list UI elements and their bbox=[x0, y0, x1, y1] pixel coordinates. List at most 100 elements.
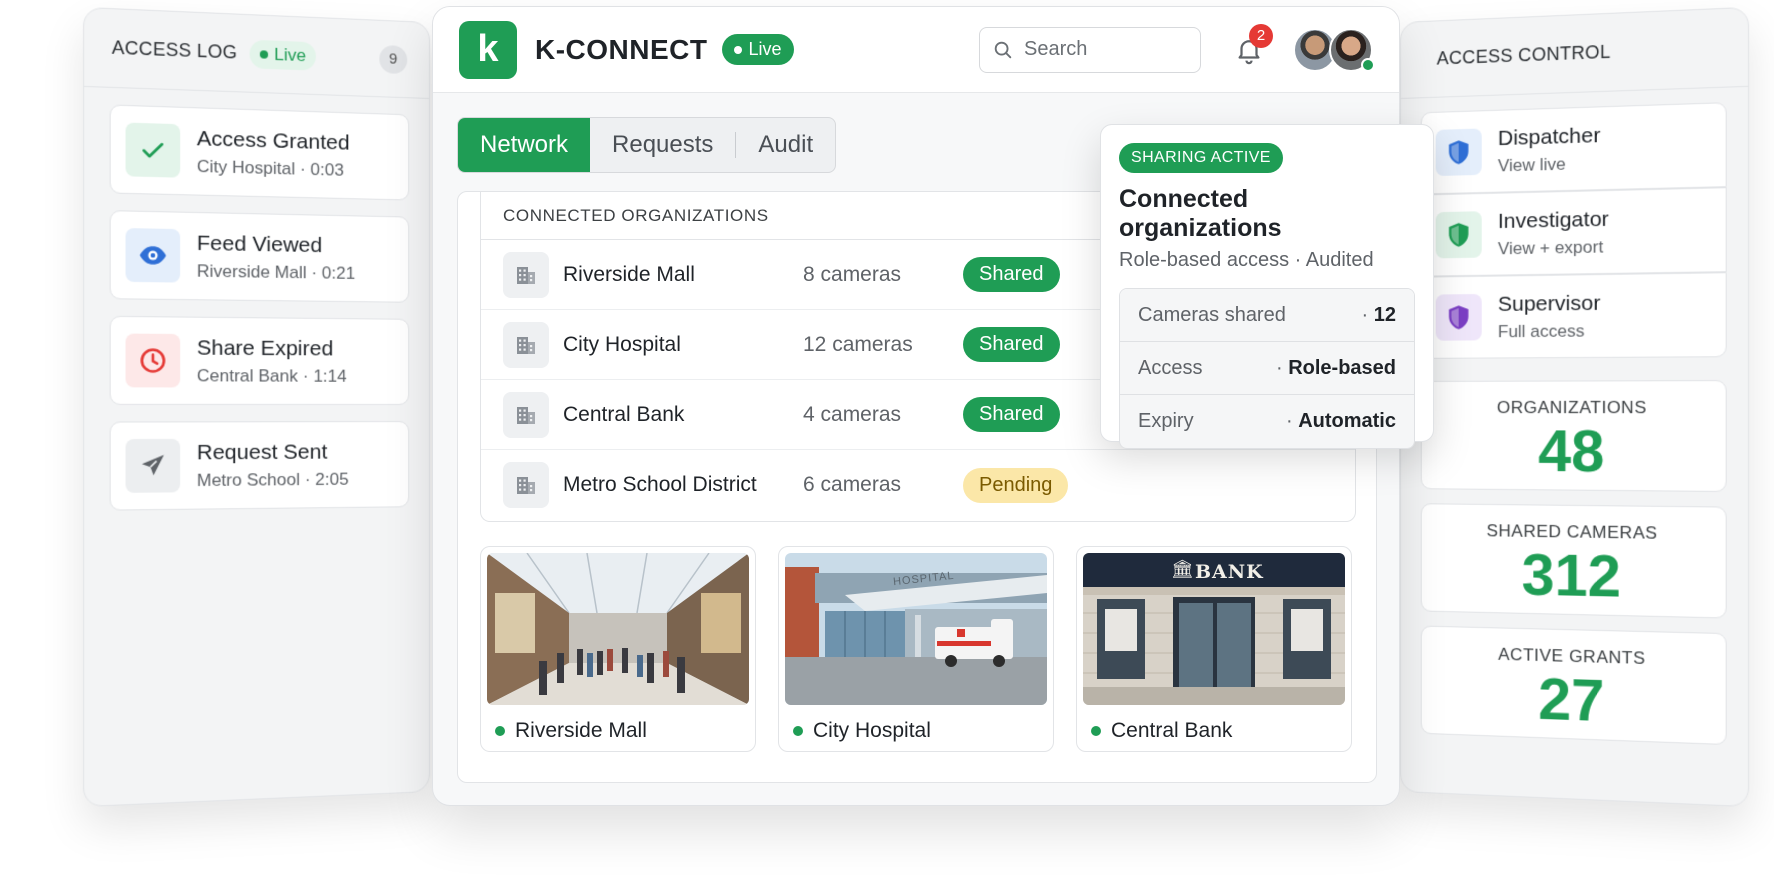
shield-icon bbox=[1435, 293, 1482, 341]
role-card-investigator[interactable]: Investigator View + export bbox=[1420, 187, 1727, 277]
search-input[interactable]: Search bbox=[979, 26, 1201, 73]
detail-key: Access bbox=[1138, 356, 1203, 379]
view-tabs: Network Requests Audit bbox=[457, 117, 837, 173]
log-item-feed-viewed[interactable]: Feed Viewed Riverside Mall · 0:21 bbox=[109, 210, 410, 303]
camera-feed-riverside-mall[interactable]: Riverside Mall bbox=[480, 546, 756, 752]
stage: ACCESS LOG Live 9 Access Granted City Ho… bbox=[0, 0, 1774, 892]
org-camera-count: 6 cameras bbox=[803, 473, 902, 496]
online-status-dot bbox=[1361, 57, 1375, 72]
tab-requests[interactable]: Requests bbox=[590, 118, 735, 172]
notification-count-badge: 2 bbox=[1249, 23, 1273, 48]
clock-icon bbox=[125, 333, 181, 388]
access-log-live-badge: Live bbox=[249, 39, 317, 71]
building-icon bbox=[503, 321, 549, 368]
top-bar: k K-CONNECT Live Search 2 bbox=[433, 7, 1399, 93]
camera-feed-central-bank[interactable]: 🏛 BANK Central Bank bbox=[1076, 546, 1352, 752]
org-camera-count: 8 cameras bbox=[803, 262, 902, 286]
brand-name: K-CONNECT bbox=[535, 33, 708, 65]
log-item-title: Access Granted bbox=[196, 126, 350, 155]
access-log-panel: ACCESS LOG Live 9 Access Granted City Ho… bbox=[83, 6, 430, 808]
role-title: Dispatcher bbox=[1497, 123, 1601, 150]
detail-value: Role-based bbox=[1276, 357, 1396, 380]
log-item-request-sent[interactable]: Request Sent Metro School · 2:05 bbox=[109, 421, 410, 511]
eye-icon bbox=[125, 228, 181, 283]
stat-value: 312 bbox=[1521, 541, 1622, 610]
shield-icon bbox=[1435, 211, 1482, 259]
building-icon bbox=[503, 251, 549, 298]
camera-feed-name: Riverside Mall bbox=[515, 719, 647, 742]
log-item-title: Feed Viewed bbox=[196, 230, 323, 257]
sharing-popover: SHARING ACTIVE Connected organizations R… bbox=[1100, 124, 1434, 449]
hospital-feed-image: HOSPITAL bbox=[785, 553, 1047, 705]
camera-feed-city-hospital[interactable]: HOSPITAL City Hospital bbox=[778, 546, 1054, 752]
log-item-sub: Metro School · 2:05 bbox=[196, 469, 349, 490]
camera-feed-name: Central Bank bbox=[1111, 719, 1233, 742]
table-row[interactable]: Metro School District 6 cameras Pending bbox=[481, 450, 1355, 520]
live-dot-icon bbox=[733, 45, 742, 54]
role-title: Investigator bbox=[1497, 206, 1609, 233]
shield-icon bbox=[1435, 128, 1482, 177]
live-dot-icon bbox=[259, 49, 269, 59]
role-sub: View + export bbox=[1497, 236, 1604, 258]
access-control-panel: ACCESS CONTROL Dispatcher View live Inve… bbox=[1400, 6, 1750, 808]
detail-value: 12 bbox=[1362, 304, 1396, 327]
live-dot-icon bbox=[495, 726, 505, 736]
check-icon bbox=[125, 122, 181, 178]
user-avatars[interactable] bbox=[1293, 27, 1375, 72]
detail-row-cameras-shared: Cameras shared 12 bbox=[1120, 289, 1414, 342]
role-title: Supervisor bbox=[1497, 290, 1601, 316]
detail-row-access: Access Role-based bbox=[1120, 342, 1414, 395]
org-name: Metro School District bbox=[563, 473, 757, 496]
log-item-sub: Central Bank · 1:14 bbox=[196, 365, 347, 386]
sharing-active-badge: SHARING ACTIVE bbox=[1119, 143, 1283, 173]
detail-row-expiry: Expiry Automatic bbox=[1120, 395, 1414, 448]
status-badge: Shared bbox=[963, 397, 1060, 432]
notifications-button[interactable]: 2 bbox=[1229, 23, 1273, 70]
camera-feed-label: Central Bank bbox=[1083, 719, 1345, 743]
bank-sign-text: BANK bbox=[1195, 561, 1264, 583]
access-control-title: ACCESS CONTROL bbox=[1436, 41, 1611, 69]
access-log-header: ACCESS LOG Live 9 bbox=[84, 7, 430, 99]
role-card-dispatcher[interactable]: Dispatcher View live bbox=[1420, 102, 1727, 195]
popover-subtitle: Role-based access · Audited bbox=[1119, 249, 1374, 271]
building-icon bbox=[503, 462, 549, 508]
camera-feed-grid: Riverside Mall HOSPITAL City Hospital 🏛 … bbox=[480, 546, 1352, 752]
stat-active-grants: ACTIVE GRANTS 27 bbox=[1420, 625, 1727, 746]
org-name: City Hospital bbox=[563, 332, 681, 356]
stat-shared-cameras: SHARED CAMERAS 312 bbox=[1420, 503, 1727, 619]
tab-network[interactable]: Network bbox=[458, 118, 591, 172]
search-icon bbox=[994, 41, 1012, 58]
detail-key: Cameras shared bbox=[1138, 303, 1286, 326]
access-log-title: ACCESS LOG bbox=[111, 37, 238, 63]
bank-building-icon: 🏛 bbox=[1171, 559, 1194, 580]
bank-feed-image: 🏛 BANK bbox=[1083, 553, 1345, 705]
search-placeholder: Search bbox=[1024, 38, 1088, 60]
org-name: Riverside Mall bbox=[563, 262, 695, 286]
camera-feed-label: City Hospital bbox=[785, 719, 1047, 743]
org-camera-count: 4 cameras bbox=[803, 402, 902, 426]
popover-details: Cameras shared 12 Access Role-based Expi… bbox=[1119, 288, 1415, 449]
mall-feed-image bbox=[487, 553, 749, 705]
live-dot-icon bbox=[1091, 726, 1101, 736]
role-card-supervisor[interactable]: Supervisor Full access bbox=[1420, 272, 1727, 359]
detail-value: Automatic bbox=[1286, 410, 1396, 433]
stat-value: 48 bbox=[1538, 418, 1605, 485]
log-item-title: Share Expired bbox=[196, 335, 334, 360]
camera-feed-label: Riverside Mall bbox=[487, 719, 749, 743]
status-badge: Shared bbox=[963, 327, 1060, 362]
log-item-access-granted[interactable]: Access Granted City Hospital · 0:03 bbox=[109, 104, 410, 201]
log-item-share-expired[interactable]: Share Expired Central Bank · 1:14 bbox=[109, 315, 410, 405]
detail-key: Expiry bbox=[1138, 410, 1194, 432]
access-control-header: ACCESS CONTROL bbox=[1400, 7, 1749, 99]
stat-label: SHARED CAMERAS bbox=[1486, 521, 1658, 543]
k-connect-logo: k bbox=[459, 20, 517, 79]
org-name: Central Bank bbox=[563, 402, 685, 426]
access-log-live-label: Live bbox=[274, 44, 307, 65]
tab-audit[interactable]: Audit bbox=[736, 118, 835, 172]
live-status-label: Live bbox=[748, 39, 782, 59]
log-item-sub: City Hospital · 0:03 bbox=[196, 156, 344, 180]
status-badge: Pending bbox=[963, 467, 1069, 503]
access-log-count-badge: 9 bbox=[379, 44, 408, 74]
camera-feed-name: City Hospital bbox=[813, 719, 931, 742]
popover-title: Connected organizations bbox=[1119, 185, 1282, 242]
